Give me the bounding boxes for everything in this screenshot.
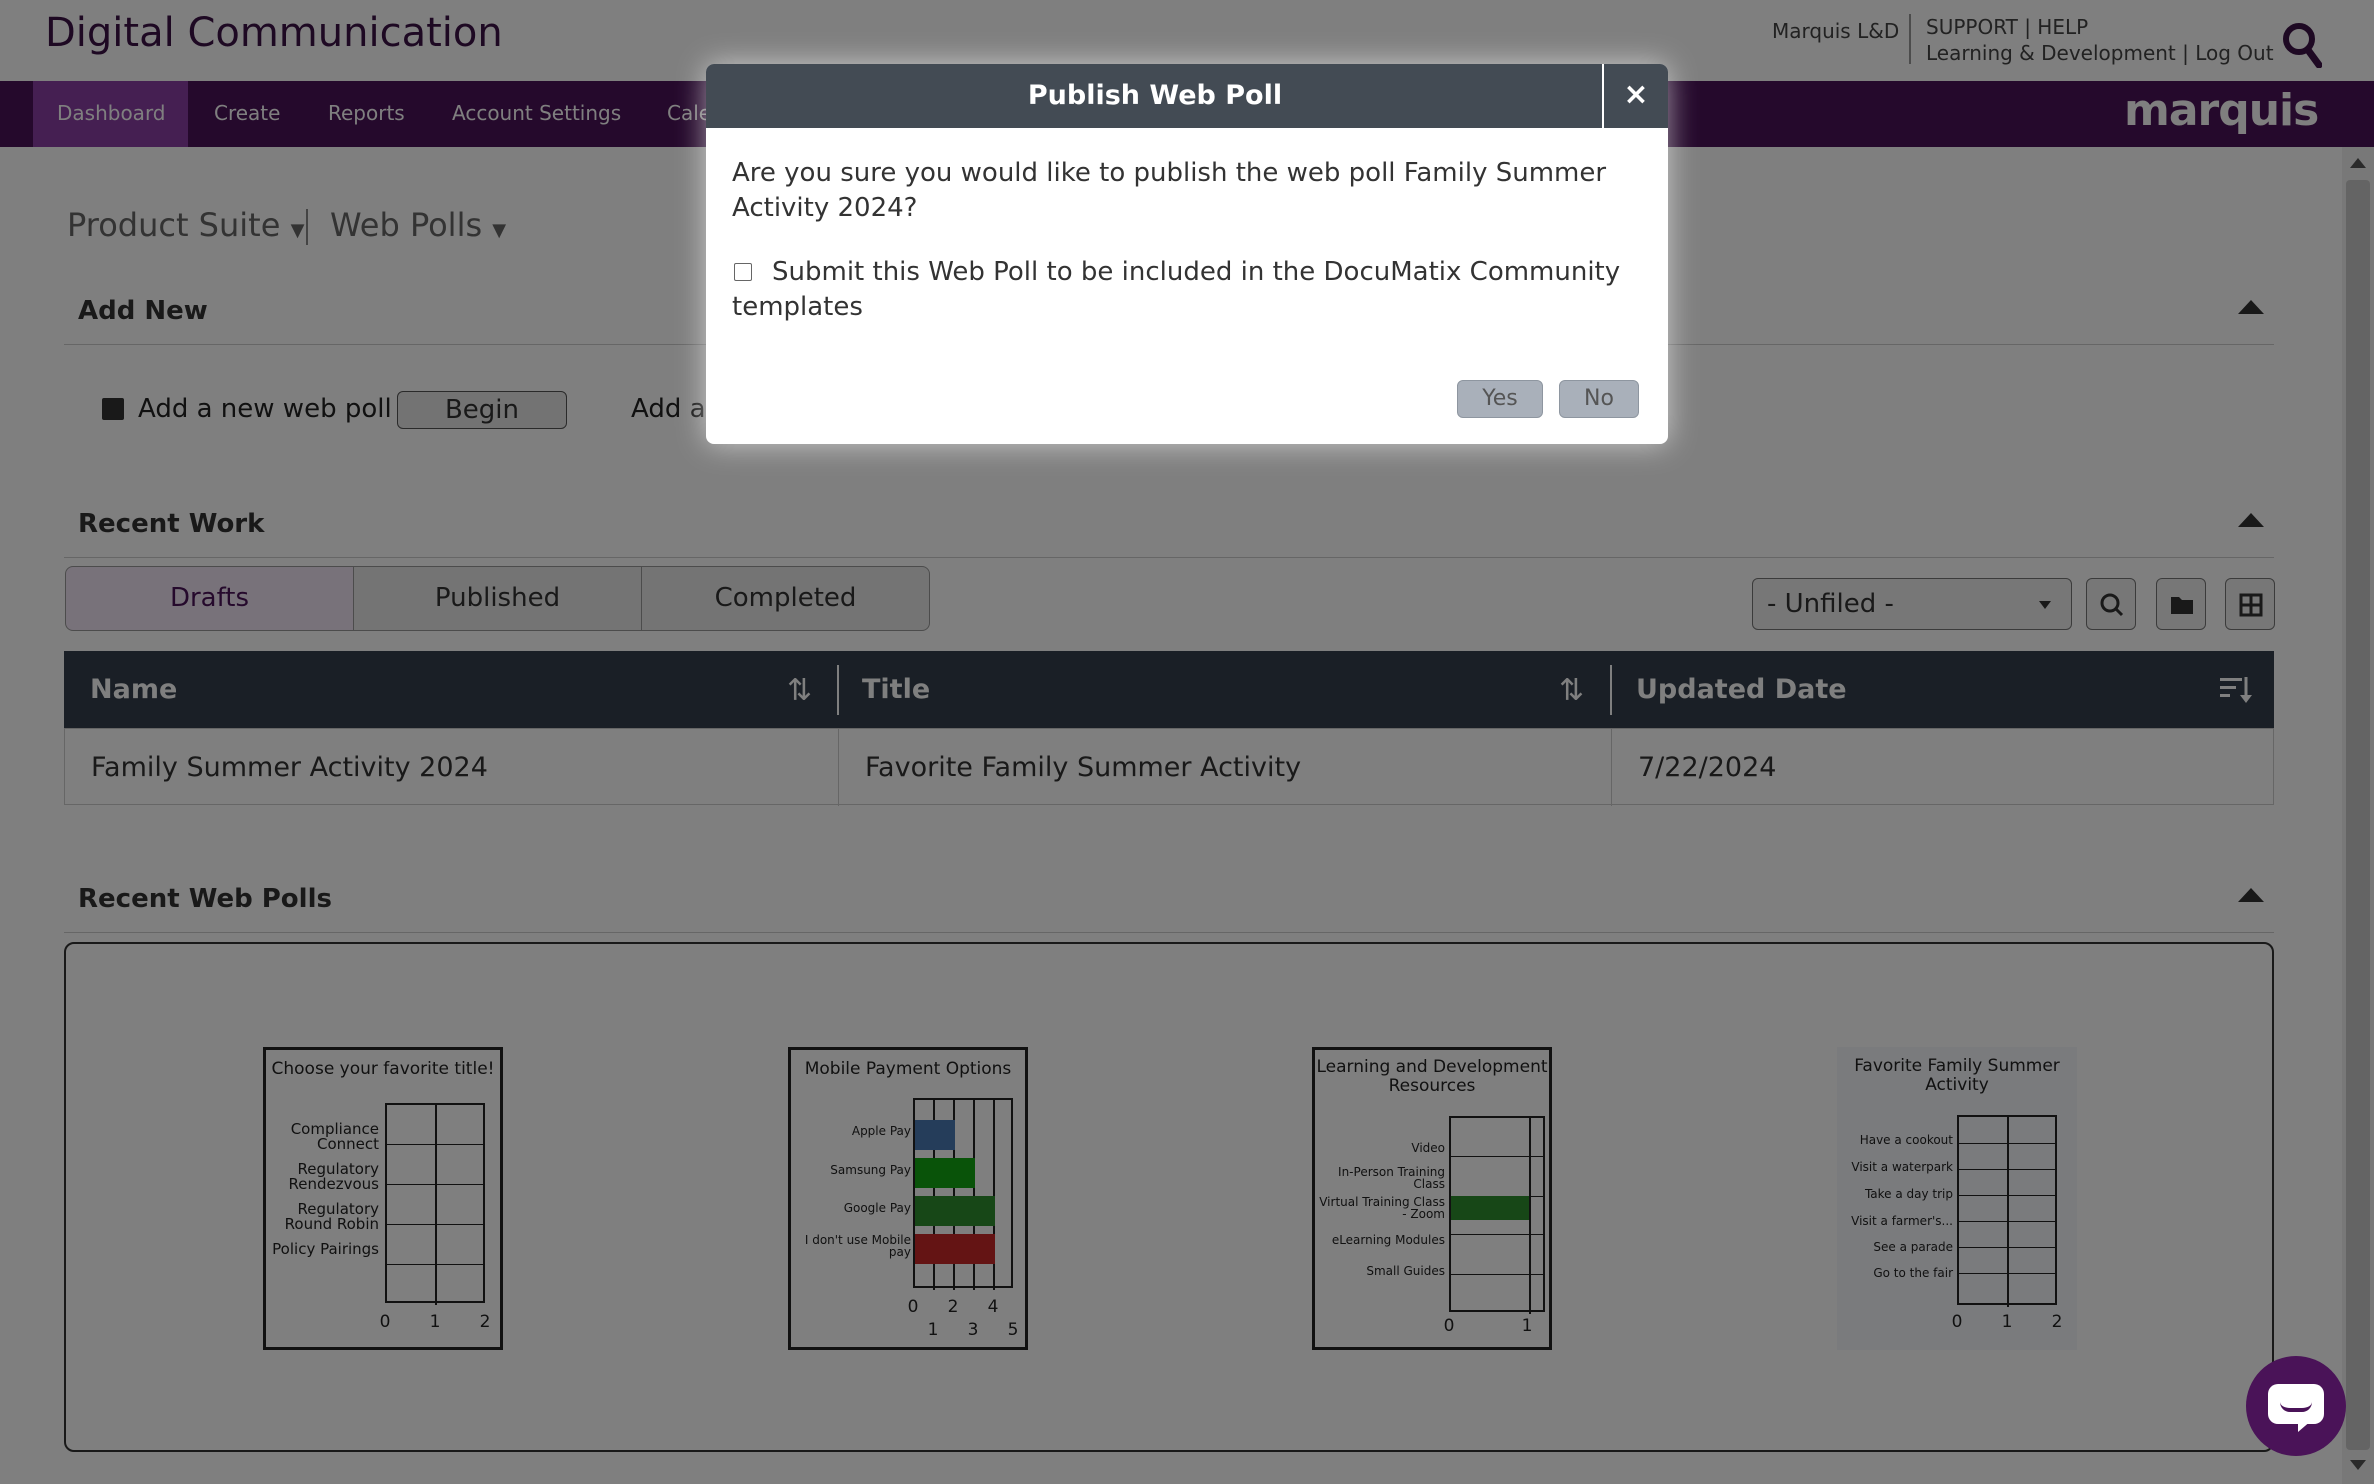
close-icon[interactable]: × (1604, 64, 1668, 128)
community-checkbox-label[interactable]: Submit this Web Poll to be included in t… (732, 255, 1642, 325)
dialog-header: Publish Web Poll × (706, 64, 1668, 128)
yes-button[interactable]: Yes (1457, 380, 1543, 418)
publish-dialog: Publish Web Poll × Are you sure you woul… (706, 64, 1668, 444)
dialog-title: Publish Web Poll (1027, 80, 1283, 111)
dialog-question: Are you sure you would like to publish t… (732, 158, 1607, 223)
chat-launcher-button[interactable] (2246, 1356, 2346, 1456)
chat-icon (2268, 1384, 2324, 1432)
no-button[interactable]: No (1559, 380, 1639, 418)
